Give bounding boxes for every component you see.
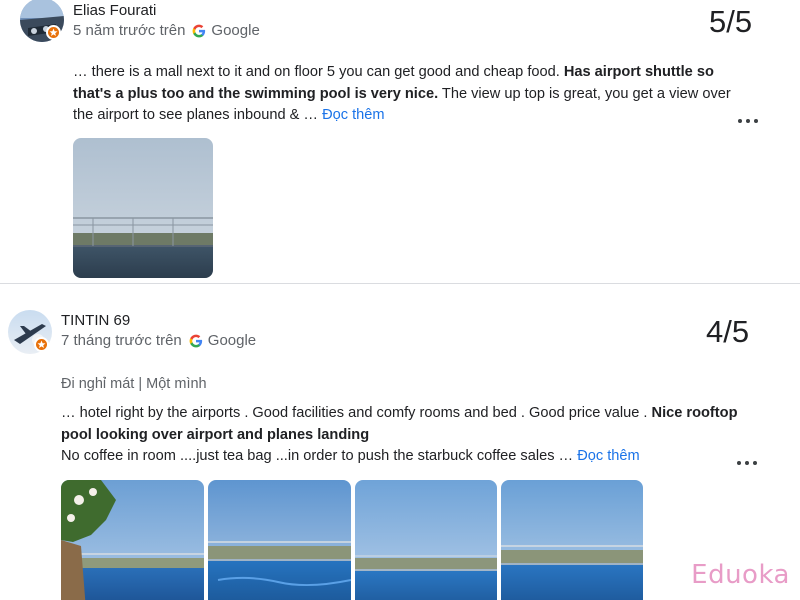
review-text-start: … hotel right by the airports . Good fac…	[61, 405, 652, 421]
dot	[753, 461, 757, 465]
review-text-end: No coffee in room ....just tea bag ...in…	[61, 448, 578, 464]
dot	[738, 119, 742, 123]
review-text: … hotel right by the airports . Good fac…	[61, 403, 741, 468]
review-time: 7 tháng trước trên	[61, 332, 182, 349]
review-card: Elias Fourati 5 năm trước trên Google 5/…	[0, 0, 800, 283]
dot	[737, 461, 741, 465]
review-photo[interactable]	[208, 480, 351, 600]
review-photo[interactable]	[73, 138, 213, 278]
local-guide-badge-icon	[34, 337, 49, 352]
google-icon	[192, 24, 206, 38]
review-meta: 7 tháng trước trên Google	[61, 332, 256, 349]
review-photo[interactable]	[501, 480, 643, 600]
review-source: Google	[211, 22, 260, 39]
author-name[interactable]: Elias Fourati	[73, 2, 156, 19]
read-more-link[interactable]: Đọc thêm	[322, 107, 384, 123]
dot	[745, 461, 749, 465]
review-photo[interactable]	[355, 480, 497, 600]
review-text-start: … there is a mall next to it and on floo…	[73, 64, 564, 80]
local-guide-badge-icon	[46, 25, 61, 40]
watermark-logo: Eduoka	[691, 560, 790, 590]
review-score: 5/5	[709, 4, 753, 39]
author-name[interactable]: TINTIN 69	[61, 312, 130, 329]
trip-tags: Đi nghỉ mát | Một mình	[61, 376, 207, 392]
review-source: Google	[207, 332, 257, 349]
dot	[746, 119, 750, 123]
more-options-button[interactable]	[738, 117, 758, 125]
google-icon	[189, 334, 203, 348]
review-text: … there is a mall next to it and on floo…	[73, 62, 743, 127]
review-card: TINTIN 69 7 tháng trước trên Google 4/5 …	[0, 284, 800, 600]
review-photo[interactable]	[61, 480, 204, 600]
more-options-button[interactable]	[737, 459, 757, 467]
review-meta: 5 năm trước trên Google	[73, 22, 260, 39]
review-score: 4/5	[706, 314, 750, 349]
read-more-link[interactable]: Đọc thêm	[577, 448, 639, 464]
review-time: 5 năm trước trên	[73, 22, 186, 39]
dot	[754, 119, 758, 123]
